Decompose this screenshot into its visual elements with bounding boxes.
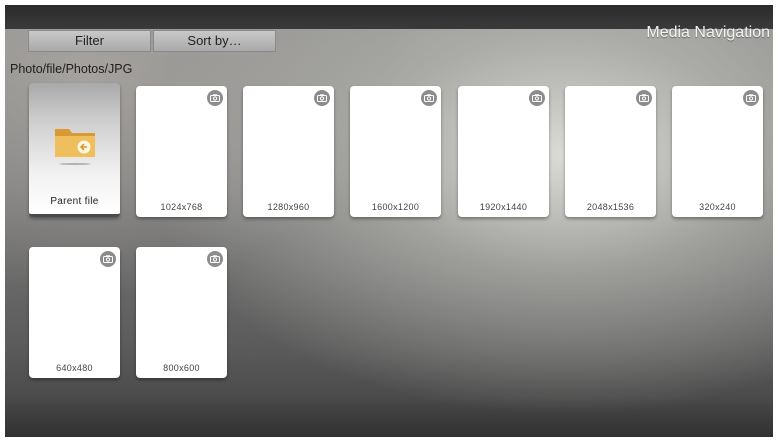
photo-tile-label: 2048x1536 <box>586 202 635 212</box>
photo-tile-label: 1024x768 <box>160 202 203 212</box>
camera-icon <box>636 90 652 106</box>
photo-tile-label: 640x480 <box>56 363 93 373</box>
photo-tile[interactable]: 1600x1200 <box>350 86 441 217</box>
sort-by-button[interactable]: Sort by… <box>153 30 276 52</box>
camera-icon <box>207 251 223 267</box>
camera-icon <box>100 251 116 267</box>
photo-tile[interactable]: 2048x1536 <box>565 86 656 217</box>
photo-tile-label: 1600x1200 <box>371 202 420 212</box>
photo-tile[interactable]: 1920x1440 <box>458 86 549 217</box>
photo-tile[interactable]: 320x240 <box>672 86 763 217</box>
folder-back-icon <box>55 129 95 157</box>
folder-shadow <box>59 163 91 165</box>
photo-tile[interactable]: 1024x768 <box>136 86 227 217</box>
camera-icon <box>529 90 545 106</box>
photo-tile[interactable]: 800x600 <box>136 247 227 378</box>
breadcrumb: Photo/file/Photos/JPG <box>10 62 133 76</box>
camera-icon <box>421 90 437 106</box>
camera-icon <box>314 90 330 106</box>
filter-button[interactable]: Filter <box>28 30 151 52</box>
camera-icon <box>743 90 759 106</box>
media-navigation-screen: Filter Sort by… Media Navigation Photo/f… <box>5 5 773 437</box>
photo-tile[interactable]: 1280x960 <box>243 86 334 217</box>
photo-tile[interactable]: 640x480 <box>29 247 120 378</box>
page-title: Media Navigation <box>646 24 770 41</box>
photo-tile-label: 1280x960 <box>267 202 310 212</box>
photo-tile-label: 320x240 <box>699 202 736 212</box>
photo-tile-label: 1920x1440 <box>479 202 528 212</box>
parent-folder-tile[interactable]: Parent file <box>29 83 120 217</box>
bottom-shade <box>5 397 773 437</box>
parent-folder-label: Parent file <box>50 196 99 207</box>
camera-icon <box>207 90 223 106</box>
photo-tile-label: 800x600 <box>163 363 200 373</box>
